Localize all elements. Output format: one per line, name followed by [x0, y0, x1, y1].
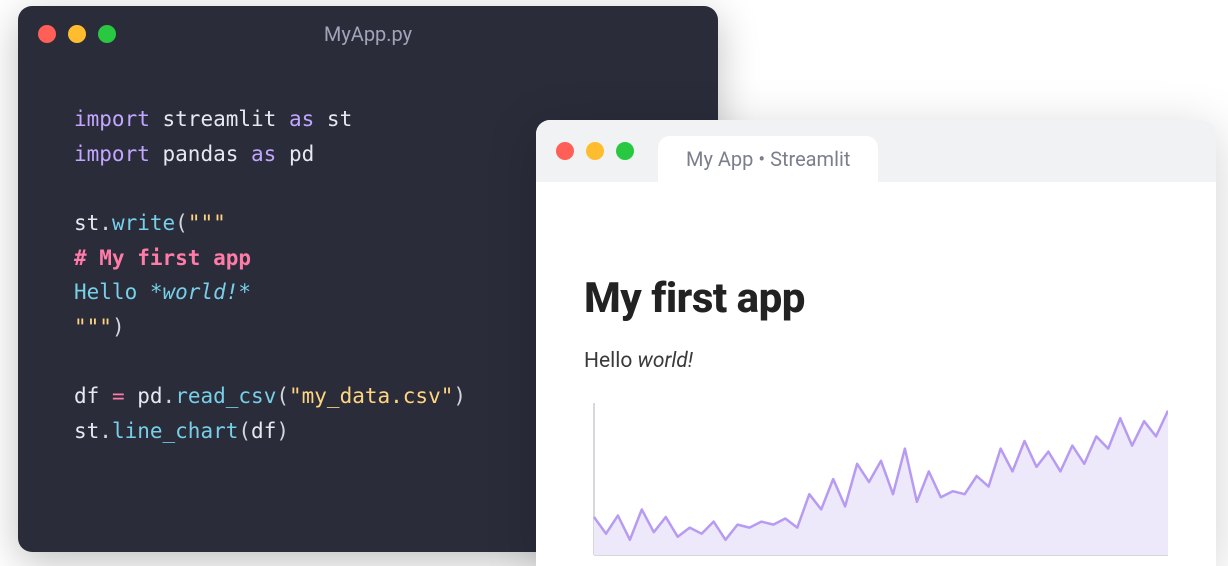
chart-svg: [584, 403, 1168, 563]
close-icon[interactable]: [556, 142, 574, 160]
alias-pd: pd: [289, 142, 314, 166]
minimize-icon[interactable]: [586, 142, 604, 160]
close-icon[interactable]: [38, 25, 56, 43]
editor-titlebar: MyApp.py: [18, 6, 718, 62]
markdown-heading: # My first app: [74, 246, 251, 270]
browser-traffic-lights: [556, 142, 634, 160]
string-csv-arg: "my_data.csv": [289, 384, 453, 408]
keyword-as: as: [251, 142, 276, 166]
fn-line-chart: line_chart: [112, 419, 238, 443]
assign: =: [99, 384, 137, 408]
markdown-world-em: *world!*: [150, 280, 251, 304]
rparen: ): [453, 384, 466, 408]
var-df: df: [74, 384, 99, 408]
lparen: (: [276, 384, 289, 408]
fn-write: write: [112, 211, 175, 235]
browser-tab[interactable]: My App • Streamlit: [658, 136, 878, 182]
triple-quote-open: """: [188, 211, 226, 235]
id-st: st: [74, 211, 99, 235]
maximize-icon[interactable]: [616, 142, 634, 160]
module-pandas: pandas: [163, 142, 239, 166]
keyword-import: import: [74, 142, 150, 166]
id-pd: pd: [137, 384, 162, 408]
arg-df: df: [251, 419, 276, 443]
id-st: st: [74, 419, 99, 443]
fn-read-csv: read_csv: [175, 384, 276, 408]
editor-filename: MyApp.py: [324, 22, 412, 46]
lparen: (: [175, 211, 188, 235]
keyword-import: import: [74, 107, 150, 131]
hello-text: Hello world!: [584, 349, 1168, 373]
tab-title: My App • Streamlit: [686, 147, 850, 171]
hello-em: world!: [638, 349, 694, 373]
lparen: (: [238, 419, 251, 443]
rparen: ): [276, 419, 289, 443]
editor-traffic-lights: [38, 25, 116, 43]
line-chart: [584, 403, 1168, 563]
hello-prefix: Hello: [584, 349, 638, 373]
rparen: ): [112, 315, 125, 339]
browser-chrome: My App • Streamlit: [536, 120, 1216, 182]
app-body: My first app Hello world!: [536, 182, 1216, 563]
maximize-icon[interactable]: [98, 25, 116, 43]
chart-area: [594, 411, 1168, 555]
dot: .: [99, 211, 112, 235]
keyword-as: as: [289, 107, 314, 131]
dot: .: [99, 419, 112, 443]
minimize-icon[interactable]: [68, 25, 86, 43]
alias-st: st: [327, 107, 352, 131]
page-title: My first app: [584, 274, 1168, 323]
dot: .: [163, 384, 176, 408]
module-streamlit: streamlit: [163, 107, 277, 131]
markdown-hello: Hello: [74, 280, 150, 304]
triple-quote-close: """: [74, 315, 112, 339]
browser-window: My App • Streamlit My first app Hello wo…: [536, 120, 1216, 566]
